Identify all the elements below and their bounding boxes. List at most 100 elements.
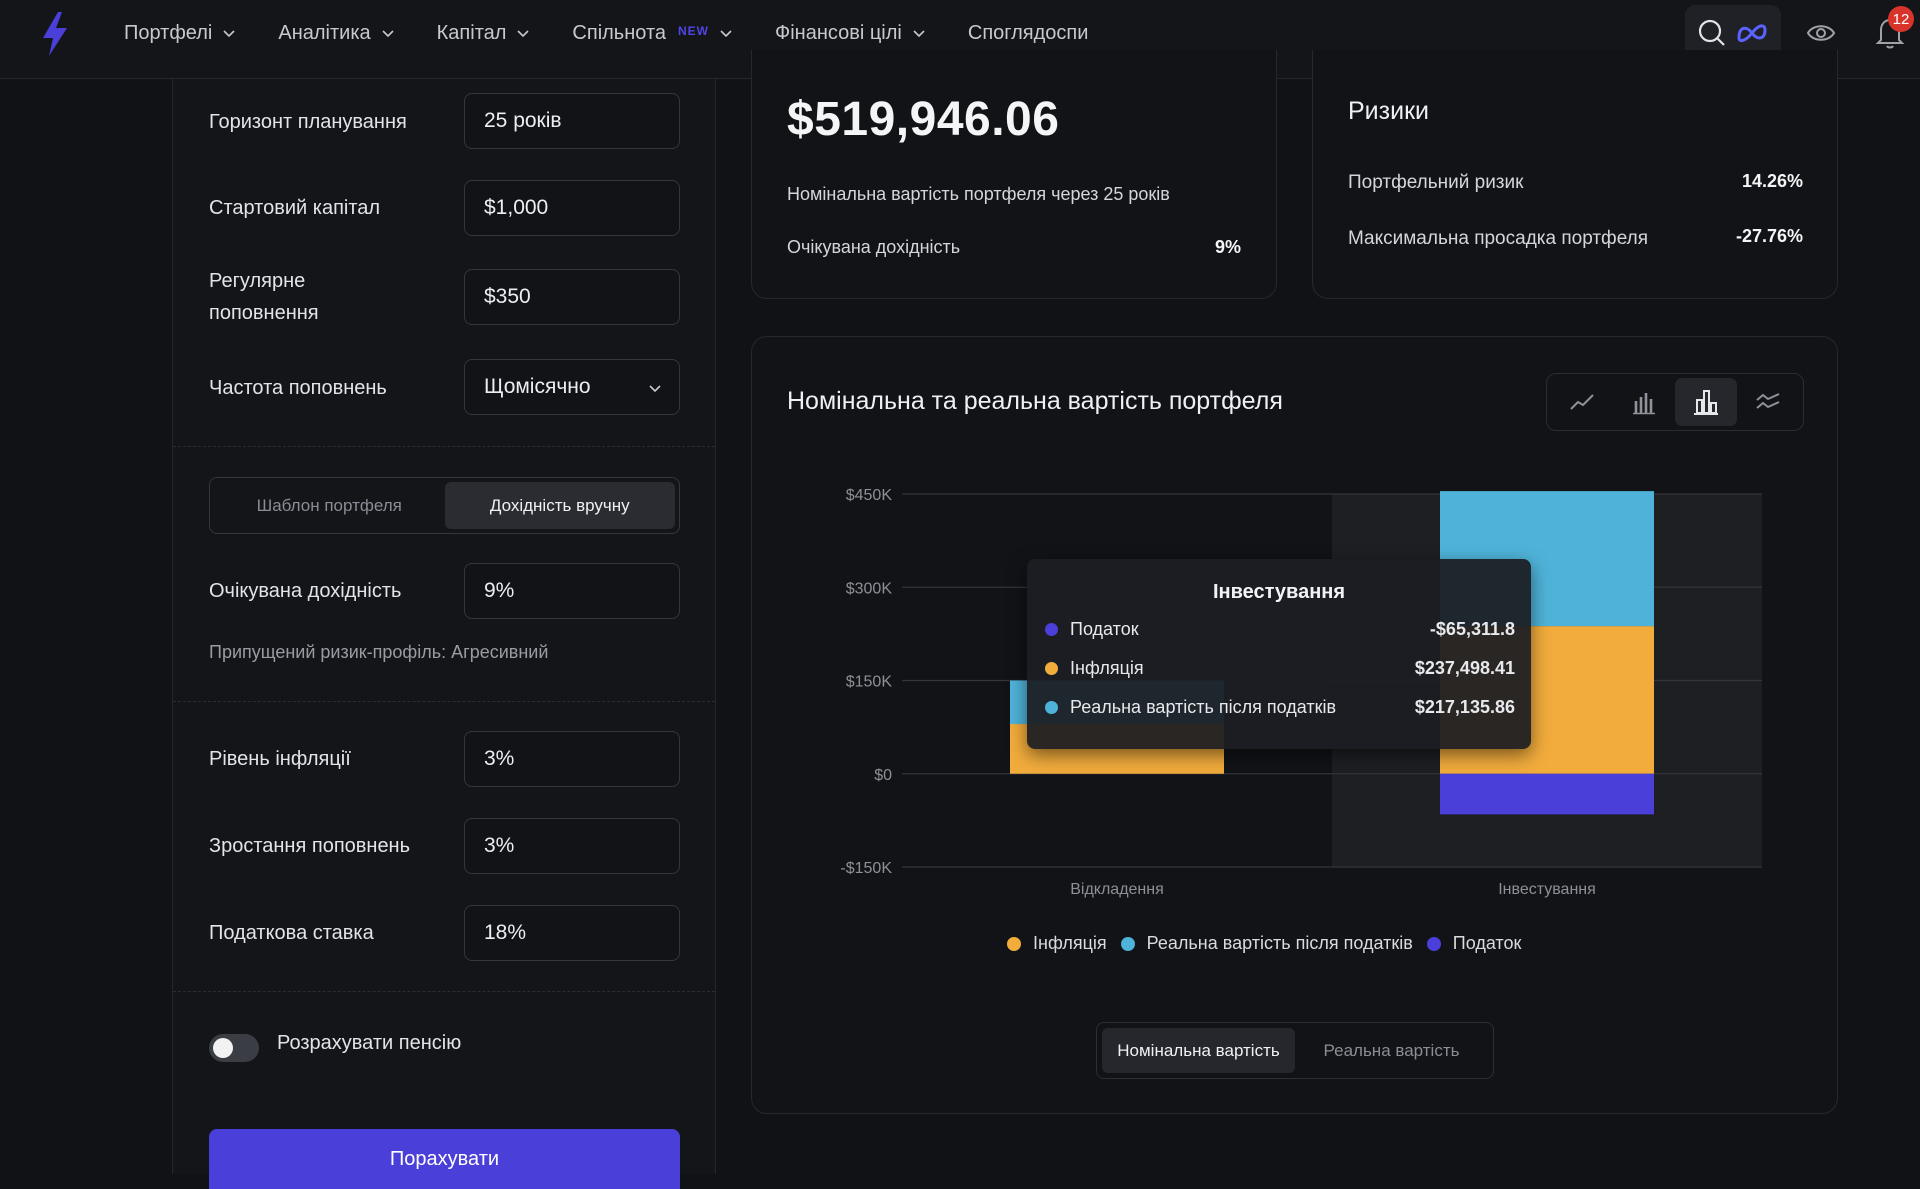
nav-item-portfolios[interactable]: Портфелі — [124, 22, 236, 45]
portfolio-risk-value: 14.26% — [1741, 171, 1803, 191]
notification-count-badge: 12 — [1888, 6, 1914, 32]
tax-rate-label: Податкова ставка — [209, 922, 374, 944]
search-icon[interactable] — [1697, 18, 1727, 48]
legend-label: Реальна вартість після податків — [1146, 933, 1413, 953]
nav-item-label: Аналітика — [278, 21, 371, 44]
nominal-value-card: $519,946.06 Номінальна вартість портфеля… — [751, 50, 1277, 299]
start-capital-input[interactable]: $1,000 — [464, 180, 680, 236]
y-tick-label: $150K — [846, 674, 893, 691]
nav-item-label: Капітал — [436, 21, 507, 44]
eye-icon[interactable] — [1806, 18, 1836, 48]
nav-item-label: Фінансові цілі — [775, 21, 902, 44]
regular-topup-label-line1: Регулярне — [209, 270, 306, 292]
divider — [173, 446, 715, 447]
meta-ai-icon[interactable] — [1735, 22, 1769, 44]
inflation-label: Рівень інфляції — [209, 748, 351, 770]
tooltip-row-label: Реальна вартість після податків — [1070, 697, 1337, 717]
horizon-label: Горизонт планування — [209, 111, 407, 133]
legend-label: Податок — [1452, 933, 1522, 953]
tooltip-row-value: -$65,311.8 — [1429, 619, 1515, 639]
tooltip-row-inflation: Інфляція $237,498.41 — [1045, 658, 1515, 679]
y-tick-label: $300K — [846, 580, 893, 597]
nav-item-watchers[interactable]: Споглядоспи — [968, 22, 1089, 45]
x-tick-label: Відкладення — [1070, 881, 1164, 898]
chart-tooltip: Інвестування Податок -$65,311.8 Інфляція… — [1027, 559, 1531, 749]
frequency-select[interactable]: Щомісячно — [464, 359, 680, 415]
pension-toggle[interactable] — [209, 1034, 259, 1062]
horizon-input[interactable]: 25 років — [464, 93, 680, 149]
nav-item-label: Портфелі — [124, 21, 213, 44]
frequency-select-value: Щомісячно — [484, 375, 591, 398]
risks-card: Ризики Портфельний ризик 14.26% Максимал… — [1312, 50, 1838, 299]
tooltip-row-value: $217,135.86 — [1414, 697, 1515, 717]
x-tick-label: Інвестування — [1498, 881, 1596, 898]
tooltip-row-label: Податок — [1070, 619, 1139, 639]
real-value-dot-icon — [1045, 701, 1058, 714]
risk-profile-hint: Припущений ризик-профіль: Агресивний — [209, 642, 549, 662]
pension-toggle-label: Розрахувати пенсію — [277, 1032, 462, 1054]
real-value-dot-icon — [1120, 936, 1135, 951]
chevron-down-icon — [382, 30, 394, 38]
new-badge: NEW — [678, 24, 710, 38]
tooltip-row-value: $237,498.41 — [1414, 658, 1515, 678]
inflation-dot-icon — [1007, 936, 1021, 951]
chevron-down-icon — [517, 30, 529, 38]
value-mode-switch: Номінальна вартість Реальна вартість — [1096, 1022, 1494, 1079]
topup-growth-label: Зростання поповнень — [209, 835, 411, 857]
nav-item-label: Спільнота — [572, 21, 667, 44]
divider — [173, 701, 715, 702]
tab-nominal-value[interactable]: Номінальна вартість — [1102, 1028, 1295, 1073]
expected-return-value: 9% — [1214, 237, 1241, 257]
nav-item-label: Споглядоспи — [967, 21, 1089, 44]
inflation-dot-icon — [1045, 662, 1058, 675]
calculator-settings-panel: Горизонт планування 25 років Стартовий к… — [172, 79, 716, 1189]
portfolio-risk-label: Портфельний ризик — [1348, 172, 1524, 193]
nav-item-community[interactable]: Спільнота NEW — [572, 22, 733, 45]
regular-topup-label-line2: поповнення — [209, 302, 319, 324]
portfolio-value-chart-card: Номінальна та реальна вартість портфеля … — [751, 336, 1838, 1114]
tooltip-title: Інвестування — [1212, 581, 1346, 603]
tax-dot-icon — [1045, 623, 1058, 636]
calculate-button[interactable]: Порахувати — [209, 1129, 680, 1189]
tab-manual-return[interactable]: Дохідність вручну — [444, 482, 675, 529]
tax-rate-input[interactable]: 18% — [464, 905, 680, 961]
chevron-down-icon — [223, 30, 235, 38]
topup-growth-input[interactable]: 3% — [464, 818, 680, 874]
y-tick-label: -$150K — [840, 860, 892, 877]
max-drawdown-label: Максимальна просадка портфеля — [1348, 228, 1649, 249]
nav-item-analytics[interactable]: Аналітика — [278, 22, 394, 45]
tax-dot-icon — [1426, 936, 1441, 951]
start-capital-label: Стартовий капітал — [209, 197, 381, 219]
tooltip-row-real-value: Реальна вартість після податків $217,135… — [1045, 697, 1515, 718]
nav-item-financial-goals[interactable]: Фінансові цілі — [775, 22, 926, 45]
legend-item-inflation[interactable]: Інфляція — [1007, 933, 1107, 954]
legend-item-real-value[interactable]: Реальна вартість після податків — [1120, 933, 1413, 954]
expected-return-label: Очікувана дохідність — [209, 580, 402, 602]
chart-legend: Інфляція Реальна вартість після податків… — [1007, 933, 1535, 954]
max-drawdown-value: -27.76% — [1735, 226, 1803, 246]
inflation-input[interactable]: 3% — [464, 731, 680, 787]
divider — [173, 991, 715, 992]
y-tick-label: $450K — [846, 487, 893, 504]
tab-real-value[interactable]: Реальна вартість — [1295, 1028, 1488, 1073]
nominal-value-caption: Номінальна вартість портфеля через 25 ро… — [787, 184, 1170, 204]
expected-return-input[interactable]: 9% — [464, 563, 680, 619]
risks-title: Ризики — [1348, 97, 1429, 125]
frequency-label: Частота поповнень — [209, 377, 387, 399]
tooltip-row-tax: Податок -$65,311.8 — [1045, 619, 1515, 640]
legend-item-tax[interactable]: Податок — [1426, 933, 1522, 954]
chevron-down-icon — [913, 30, 925, 38]
expected-return-label: Очікувана дохідність — [787, 237, 961, 257]
chevron-down-icon — [720, 30, 732, 38]
nominal-value-amount: $519,946.06 — [787, 93, 1060, 146]
tooltip-row-label: Інфляція — [1070, 658, 1144, 678]
lightning-logo-icon[interactable] — [40, 12, 70, 56]
legend-label: Інфляція — [1033, 933, 1107, 953]
bar-segment — [1440, 773, 1654, 815]
tab-portfolio-template[interactable]: Шаблон портфеля — [214, 482, 445, 529]
chevron-down-icon — [649, 385, 661, 393]
regular-topup-input[interactable]: $350 — [464, 269, 680, 325]
y-tick-label: $0 — [874, 767, 892, 784]
return-mode-tabs: Шаблон портфеля Дохідність вручну — [209, 477, 680, 534]
nav-item-capital[interactable]: Капітал — [437, 22, 531, 45]
